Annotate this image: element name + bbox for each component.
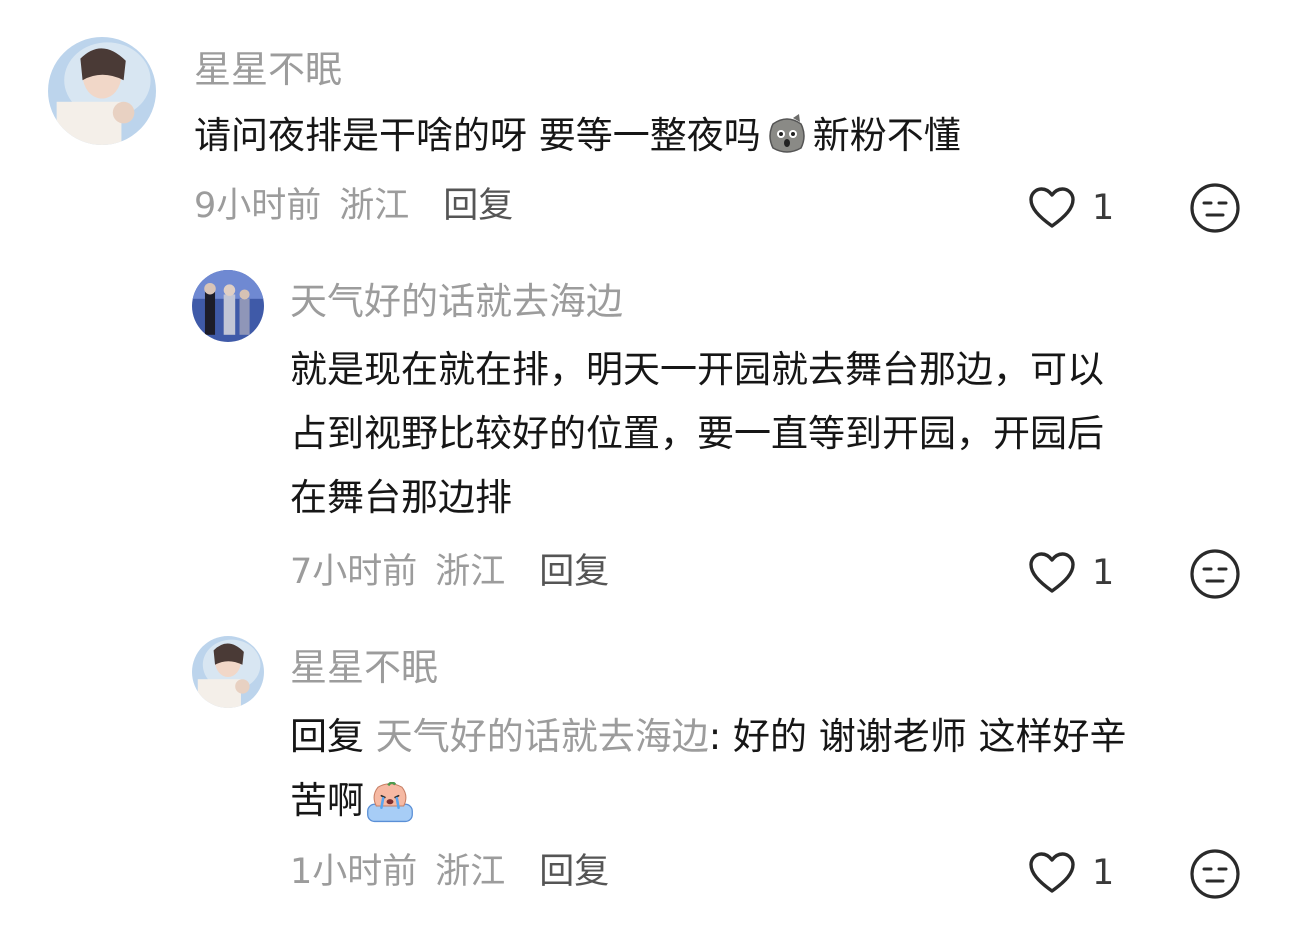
comment-meta: 9小时前 浙江 回复 (194, 186, 513, 226)
comment-time: 9小时前 (194, 186, 322, 226)
like-count: 1 (1092, 188, 1115, 228)
meh-face-icon (1190, 549, 1240, 599)
like-button[interactable]: 1 (1028, 848, 1114, 898)
comment-location: 浙江 (435, 852, 506, 892)
comment-text-part: 请问夜排是干啥的呀 要等一整夜吗 (194, 114, 761, 157)
reply-button[interactable]: 回复 (539, 852, 609, 892)
comment-time: 1小时前 (290, 852, 418, 892)
comment-text-line: 就是现在就在排，明天一开园就去舞台那边，可以 (290, 348, 1104, 391)
meh-face-icon (1190, 183, 1240, 233)
avatar[interactable] (48, 37, 156, 145)
comment-text-line: 占到视野比较好的位置，要一直等到开园，开园后 (290, 412, 1104, 455)
heart-icon (1029, 552, 1075, 593)
reply-button[interactable]: 回复 (539, 552, 609, 592)
comment-text-part: 苦啊 (290, 779, 364, 822)
avatar[interactable] (192, 270, 264, 342)
comment-text-line: 在舞台那边排 (290, 476, 512, 519)
comment-text-line: 回复 天气好的话就去海边: 好的 谢谢老师 这样好辛 (290, 705, 1250, 769)
comment-meta: 7小时前 浙江 回复 (290, 552, 609, 592)
meh-face-icon (1190, 849, 1240, 899)
dislike-button[interactable] (1189, 182, 1241, 234)
comment-time: 7小时前 (290, 552, 418, 592)
mention-link[interactable]: 天气好的话就去海边 (376, 715, 709, 758)
comment-username[interactable]: 星星不眠 (290, 648, 438, 688)
comment-text: 就是现在就在排，明天一开园就去舞台那边，可以 占到视野比较好的位置，要一直等到开… (290, 338, 1250, 530)
comment-location: 浙江 (339, 186, 410, 226)
reply-prefix: 回复 (290, 715, 364, 758)
like-button[interactable]: 1 (1028, 183, 1114, 233)
comment-meta: 1小时前 浙江 回复 (290, 852, 609, 892)
like-count: 1 (1092, 853, 1115, 893)
comment-location: 浙江 (435, 552, 506, 592)
avatar[interactable] (192, 636, 264, 708)
dislike-button[interactable] (1189, 848, 1241, 900)
heart-icon (1029, 852, 1075, 893)
comment-username[interactable]: 星星不眠 (194, 50, 342, 90)
dislike-button[interactable] (1189, 548, 1241, 600)
comment-thread: 星星不眠 请问夜排是干啥的呀 要等一整夜吗 新粉不懂 9小时前浙江回复 1 (0, 0, 1290, 937)
potato-face-emoji-icon (763, 110, 811, 158)
comment-text-part: : 好的 谢谢老师 这样好辛 (708, 715, 1127, 758)
reply-button[interactable]: 回复 (443, 186, 513, 226)
comment-text: 回复 天气好的话就去海边: 好的 谢谢老师 这样好辛 苦啊 (290, 705, 1250, 833)
like-count: 1 (1092, 553, 1115, 593)
like-button[interactable]: 1 (1028, 548, 1114, 598)
comment-username[interactable]: 天气好的话就去海边 (290, 282, 623, 322)
crying-peach-emoji-icon (366, 779, 414, 827)
heart-icon (1029, 187, 1075, 228)
comment-text-part: 新粉不懂 (812, 114, 961, 157)
comment-text-line: 苦啊 (290, 769, 1250, 833)
comment-text: 请问夜排是干啥的呀 要等一整夜吗 新粉不懂 (194, 104, 1194, 168)
